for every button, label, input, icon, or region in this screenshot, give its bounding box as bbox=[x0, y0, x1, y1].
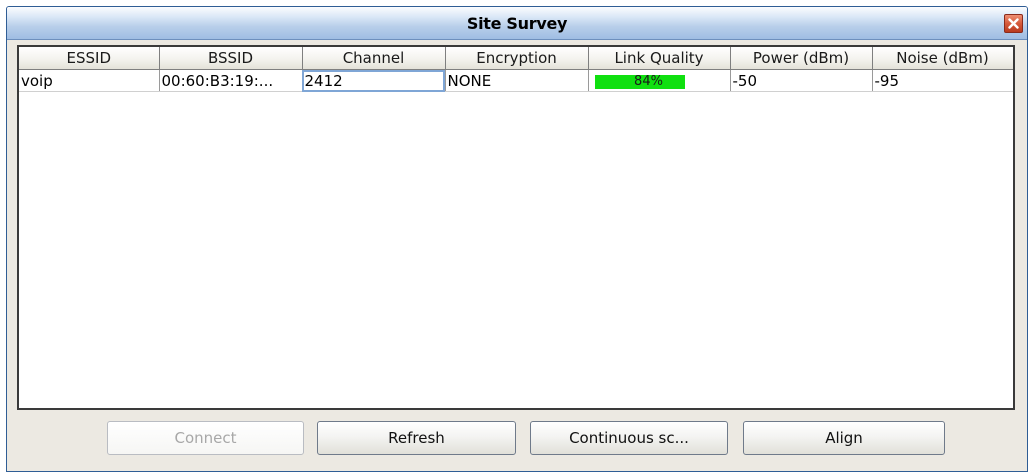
cell-noise[interactable]: -95 bbox=[872, 69, 1013, 92]
column-header-link-quality[interactable]: Link Quality bbox=[588, 47, 731, 70]
table-row[interactable]: voip 00:60:B3:19:... 2412 NONE 84% -50 -… bbox=[19, 69, 1013, 92]
align-button[interactable]: Align bbox=[743, 421, 945, 455]
cell-link-quality[interactable]: 84% bbox=[588, 69, 731, 92]
title-bar[interactable]: Site Survey bbox=[7, 7, 1027, 40]
cell-encryption[interactable]: NONE bbox=[445, 69, 589, 92]
link-quality-text: 84% bbox=[634, 74, 663, 89]
column-header-bssid[interactable]: BSSID bbox=[159, 47, 303, 70]
table-header-row: ESSID BSSID Channel Encryption Link Qual… bbox=[19, 47, 1013, 70]
site-survey-window: Site Survey ESSID BSSID Channel Encrypti… bbox=[6, 6, 1028, 472]
cell-power[interactable]: -50 bbox=[730, 69, 873, 92]
close-icon bbox=[1008, 18, 1019, 29]
window-title: Site Survey bbox=[466, 14, 568, 33]
continuous-scan-button[interactable]: Continuous sc... bbox=[530, 421, 728, 455]
refresh-button[interactable]: Refresh bbox=[317, 421, 516, 455]
column-header-noise[interactable]: Noise (dBm) bbox=[872, 47, 1013, 70]
link-quality-bar: 84% bbox=[594, 74, 703, 89]
column-header-power[interactable]: Power (dBm) bbox=[730, 47, 873, 70]
survey-table-frame[interactable]: ESSID BSSID Channel Encryption Link Qual… bbox=[17, 45, 1015, 410]
cell-essid[interactable]: voip bbox=[19, 69, 160, 92]
survey-table: ESSID BSSID Channel Encryption Link Qual… bbox=[19, 47, 1013, 92]
button-bar: Connect Refresh Continuous sc... Align bbox=[17, 413, 1015, 468]
cell-bssid[interactable]: 00:60:B3:19:... bbox=[159, 69, 303, 92]
column-header-channel[interactable]: Channel bbox=[302, 47, 446, 70]
cell-channel[interactable]: 2412 bbox=[302, 69, 446, 92]
connect-button[interactable]: Connect bbox=[107, 421, 304, 455]
column-header-encryption[interactable]: Encryption bbox=[445, 47, 589, 70]
column-header-essid[interactable]: ESSID bbox=[19, 47, 160, 70]
close-button[interactable] bbox=[1004, 14, 1023, 33]
